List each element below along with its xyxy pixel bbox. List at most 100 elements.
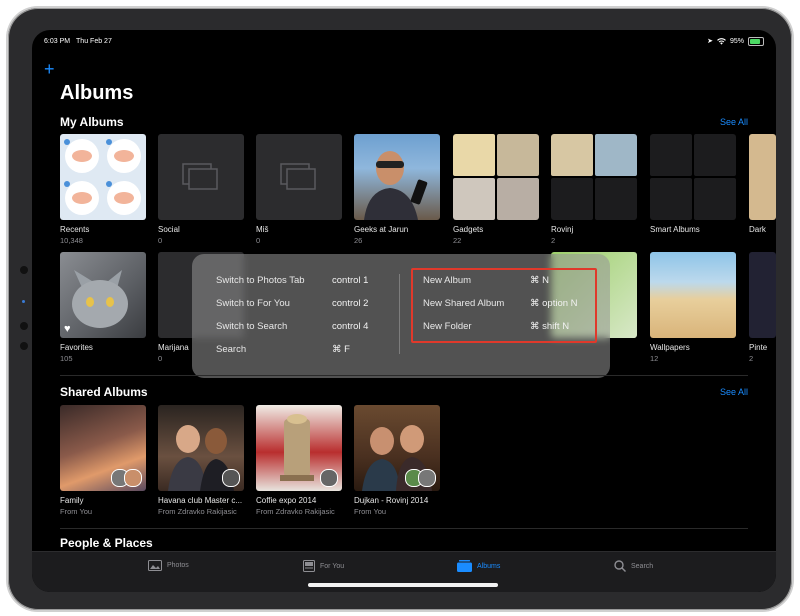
album-thumbnail bbox=[158, 405, 244, 491]
battery-icon bbox=[748, 36, 764, 46]
album-name: Dark bbox=[749, 225, 766, 234]
album-thumbnail bbox=[650, 134, 736, 220]
album-thumbnail bbox=[749, 252, 776, 338]
album-mis[interactable]: Miš 0 bbox=[256, 134, 342, 245]
side-dot bbox=[20, 322, 28, 330]
album-gadgets[interactable]: Gadgets 22 bbox=[453, 134, 539, 245]
album-count: 105 bbox=[60, 354, 73, 363]
tab-label: Search bbox=[631, 562, 654, 570]
tab-for-you[interactable]: For You bbox=[303, 560, 344, 572]
handwash-illustration bbox=[64, 139, 141, 215]
status-bar: 6:03 PM Thu Feb 27 ➤ 95% bbox=[44, 34, 764, 48]
album-favorites[interactable]: ♥ Favorites 105 bbox=[60, 252, 146, 363]
for-you-icon bbox=[303, 560, 315, 572]
side-dot bbox=[20, 342, 28, 350]
album-owner: From You bbox=[60, 507, 93, 516]
album-thumbnail: ♥ bbox=[60, 252, 146, 338]
album-name: Dujkan - Rovinj 2014 bbox=[354, 496, 429, 505]
album-name: Favorites bbox=[60, 343, 93, 352]
shortcut-label: Switch to Photos Tab bbox=[216, 275, 305, 286]
album-recents[interactable]: Recents 10,348 bbox=[60, 134, 146, 245]
add-album-button[interactable]: + bbox=[44, 60, 55, 78]
home-indicator[interactable] bbox=[308, 583, 498, 587]
album-name: Family bbox=[60, 496, 84, 505]
shared-albums-see-all-link[interactable]: See All bbox=[720, 387, 748, 397]
album-name: Pinte bbox=[749, 343, 768, 352]
shared-avatars bbox=[222, 469, 240, 487]
shared-avatars bbox=[111, 469, 142, 487]
album-wallpapers[interactable]: Wallpapers 12 bbox=[650, 252, 736, 363]
my-albums-title: My Albums bbox=[60, 115, 124, 129]
tab-search[interactable]: Search bbox=[614, 560, 653, 572]
album-geeks-at-jarun[interactable]: Geeks at Jarun 26 bbox=[354, 134, 440, 245]
album-count: 12 bbox=[650, 354, 659, 363]
tab-photos[interactable]: Photos bbox=[148, 560, 189, 571]
sensor-dot bbox=[22, 300, 25, 303]
status-time: 6:03 PM bbox=[44, 37, 71, 45]
album-thumbnail bbox=[158, 134, 244, 220]
album-thumbnail bbox=[256, 134, 342, 220]
tab-bar: Photos For You Albums Search bbox=[32, 551, 776, 592]
album-smart-albums[interactable]: Smart Albums bbox=[650, 134, 736, 234]
cat-photo bbox=[72, 270, 128, 328]
shortcut-key: ⌘ F bbox=[332, 344, 350, 355]
album-thumbnail bbox=[551, 134, 637, 220]
my-albums-see-all-link[interactable]: See All bbox=[720, 117, 748, 127]
album-dark[interactable]: Dark bbox=[749, 134, 776, 234]
album-thumbnail bbox=[60, 405, 146, 491]
page-title: Albums bbox=[60, 82, 134, 104]
wifi-icon bbox=[717, 37, 726, 45]
ipad-screen: 6:03 PM Thu Feb 27 ➤ 95% + Albums My Alb… bbox=[32, 30, 776, 592]
status-date: Thu Feb 27 bbox=[76, 37, 112, 45]
shared-album-coffie-expo[interactable]: Coffie expo 2014 From Zdravko Rakijasic bbox=[256, 405, 342, 516]
album-thumbnail bbox=[749, 134, 776, 220]
album-thumbnail bbox=[60, 134, 146, 220]
shortcut-divider bbox=[399, 274, 400, 354]
album-thumbnail bbox=[256, 405, 342, 491]
album-count: 0 bbox=[158, 236, 163, 245]
highlight-box bbox=[411, 268, 597, 343]
album-name: Wallpapers bbox=[650, 343, 690, 352]
section-divider bbox=[60, 528, 748, 529]
shortcut-label: Switch to For You bbox=[216, 298, 290, 309]
search-icon bbox=[614, 560, 626, 572]
people-places-title: People & Places bbox=[60, 536, 153, 550]
shortcut-key: control 4 bbox=[332, 321, 369, 332]
section-divider bbox=[60, 375, 748, 376]
album-count: 22 bbox=[453, 236, 462, 245]
album-count: 2 bbox=[551, 236, 556, 245]
album-count: 2 bbox=[749, 354, 754, 363]
albums-icon bbox=[457, 560, 472, 572]
shortcut-label: Switch to Search bbox=[216, 321, 288, 332]
album-count: 10,348 bbox=[60, 236, 83, 245]
empty-album-icon bbox=[182, 163, 218, 190]
tab-albums[interactable]: Albums bbox=[457, 560, 500, 572]
battery-percent: 95% bbox=[729, 37, 744, 45]
shortcut-key: control 2 bbox=[332, 298, 369, 309]
album-owner: From You bbox=[354, 507, 387, 516]
shared-album-family[interactable]: Family From You bbox=[60, 405, 146, 516]
shared-album-dujkan-rovinj[interactable]: Dujkan - Rovinj 2014 From You bbox=[354, 405, 440, 516]
keyboard-shortcuts-overlay: Switch to Photos Tab control 1 Switch to… bbox=[192, 254, 610, 378]
album-name: Gadgets bbox=[453, 225, 484, 234]
album-pinte[interactable]: Pinte 2 bbox=[749, 252, 776, 363]
album-thumbnail bbox=[354, 134, 440, 220]
shortcut-label: Search bbox=[216, 344, 247, 355]
shared-albums-title: Shared Albums bbox=[60, 385, 148, 399]
album-count: 0 bbox=[256, 236, 261, 245]
heart-icon: ♥ bbox=[64, 323, 71, 335]
album-name: Recents bbox=[60, 225, 90, 234]
album-social[interactable]: Social 0 bbox=[158, 134, 244, 245]
tab-label: For You bbox=[320, 562, 345, 570]
location-icon: ➤ bbox=[707, 38, 713, 45]
album-name: Rovinj bbox=[551, 225, 574, 234]
empty-album-icon bbox=[280, 163, 316, 190]
shared-avatars bbox=[320, 469, 338, 487]
shared-album-havana-club[interactable]: Havana club Master c... From Zdravko Rak… bbox=[158, 405, 244, 516]
album-name: Havana club Master c... bbox=[158, 496, 243, 505]
album-name: Smart Albums bbox=[650, 225, 700, 234]
album-rovinj[interactable]: Rovinj 2 bbox=[551, 134, 637, 245]
album-name: Social bbox=[158, 225, 180, 234]
album-owner: From Zdravko Rakijasic bbox=[158, 507, 237, 516]
camera-dot bbox=[20, 266, 28, 274]
